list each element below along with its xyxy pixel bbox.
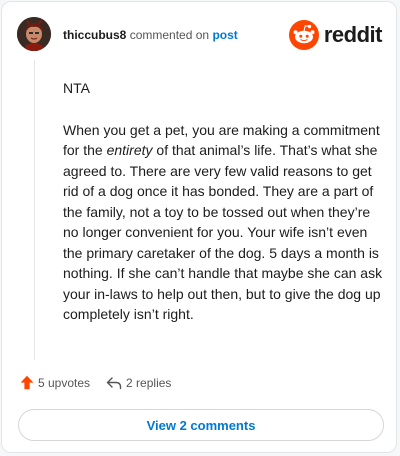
reddit-wordmark: reddit <box>323 22 383 47</box>
avatar-image <box>17 17 51 51</box>
post-link[interactable]: post <box>212 28 237 42</box>
comment-body: NTA When you get a pet, you are making a… <box>63 78 388 325</box>
avatar[interactable] <box>17 17 51 51</box>
reply-count: 2 replies <box>126 375 172 390</box>
view-comments-button[interactable]: View 2 comments <box>18 409 384 441</box>
upvote-arrow-icon <box>20 375 34 390</box>
upvote-button[interactable]: 5 upvotes <box>20 375 90 390</box>
upvote-count: 5 upvotes <box>38 375 91 390</box>
comment-paragraph: NTA <box>63 80 90 96</box>
comment-text: of that animal’s life. That’s what she a… <box>63 142 383 322</box>
comment-emphasis: entirety <box>106 142 153 158</box>
thread-line[interactable] <box>34 60 35 360</box>
comment-header: thiccubus8 commented on post <box>63 28 238 42</box>
reply-arrow-icon <box>106 376 122 389</box>
commented-on-text: commented on <box>129 28 210 42</box>
reply-button[interactable]: 2 replies <box>106 376 171 390</box>
reddit-snoo-icon <box>288 20 319 50</box>
username-link[interactable]: thiccubus8 <box>63 28 126 42</box>
comment-actions: 5 upvotes 2 replies <box>20 375 171 390</box>
comment-card: thiccubus8 commented on post reddit NTA … <box>1 1 397 453</box>
reddit-logo[interactable]: reddit <box>288 20 383 50</box>
comment-paragraph: When you get a pet, you are making a com… <box>63 120 388 325</box>
